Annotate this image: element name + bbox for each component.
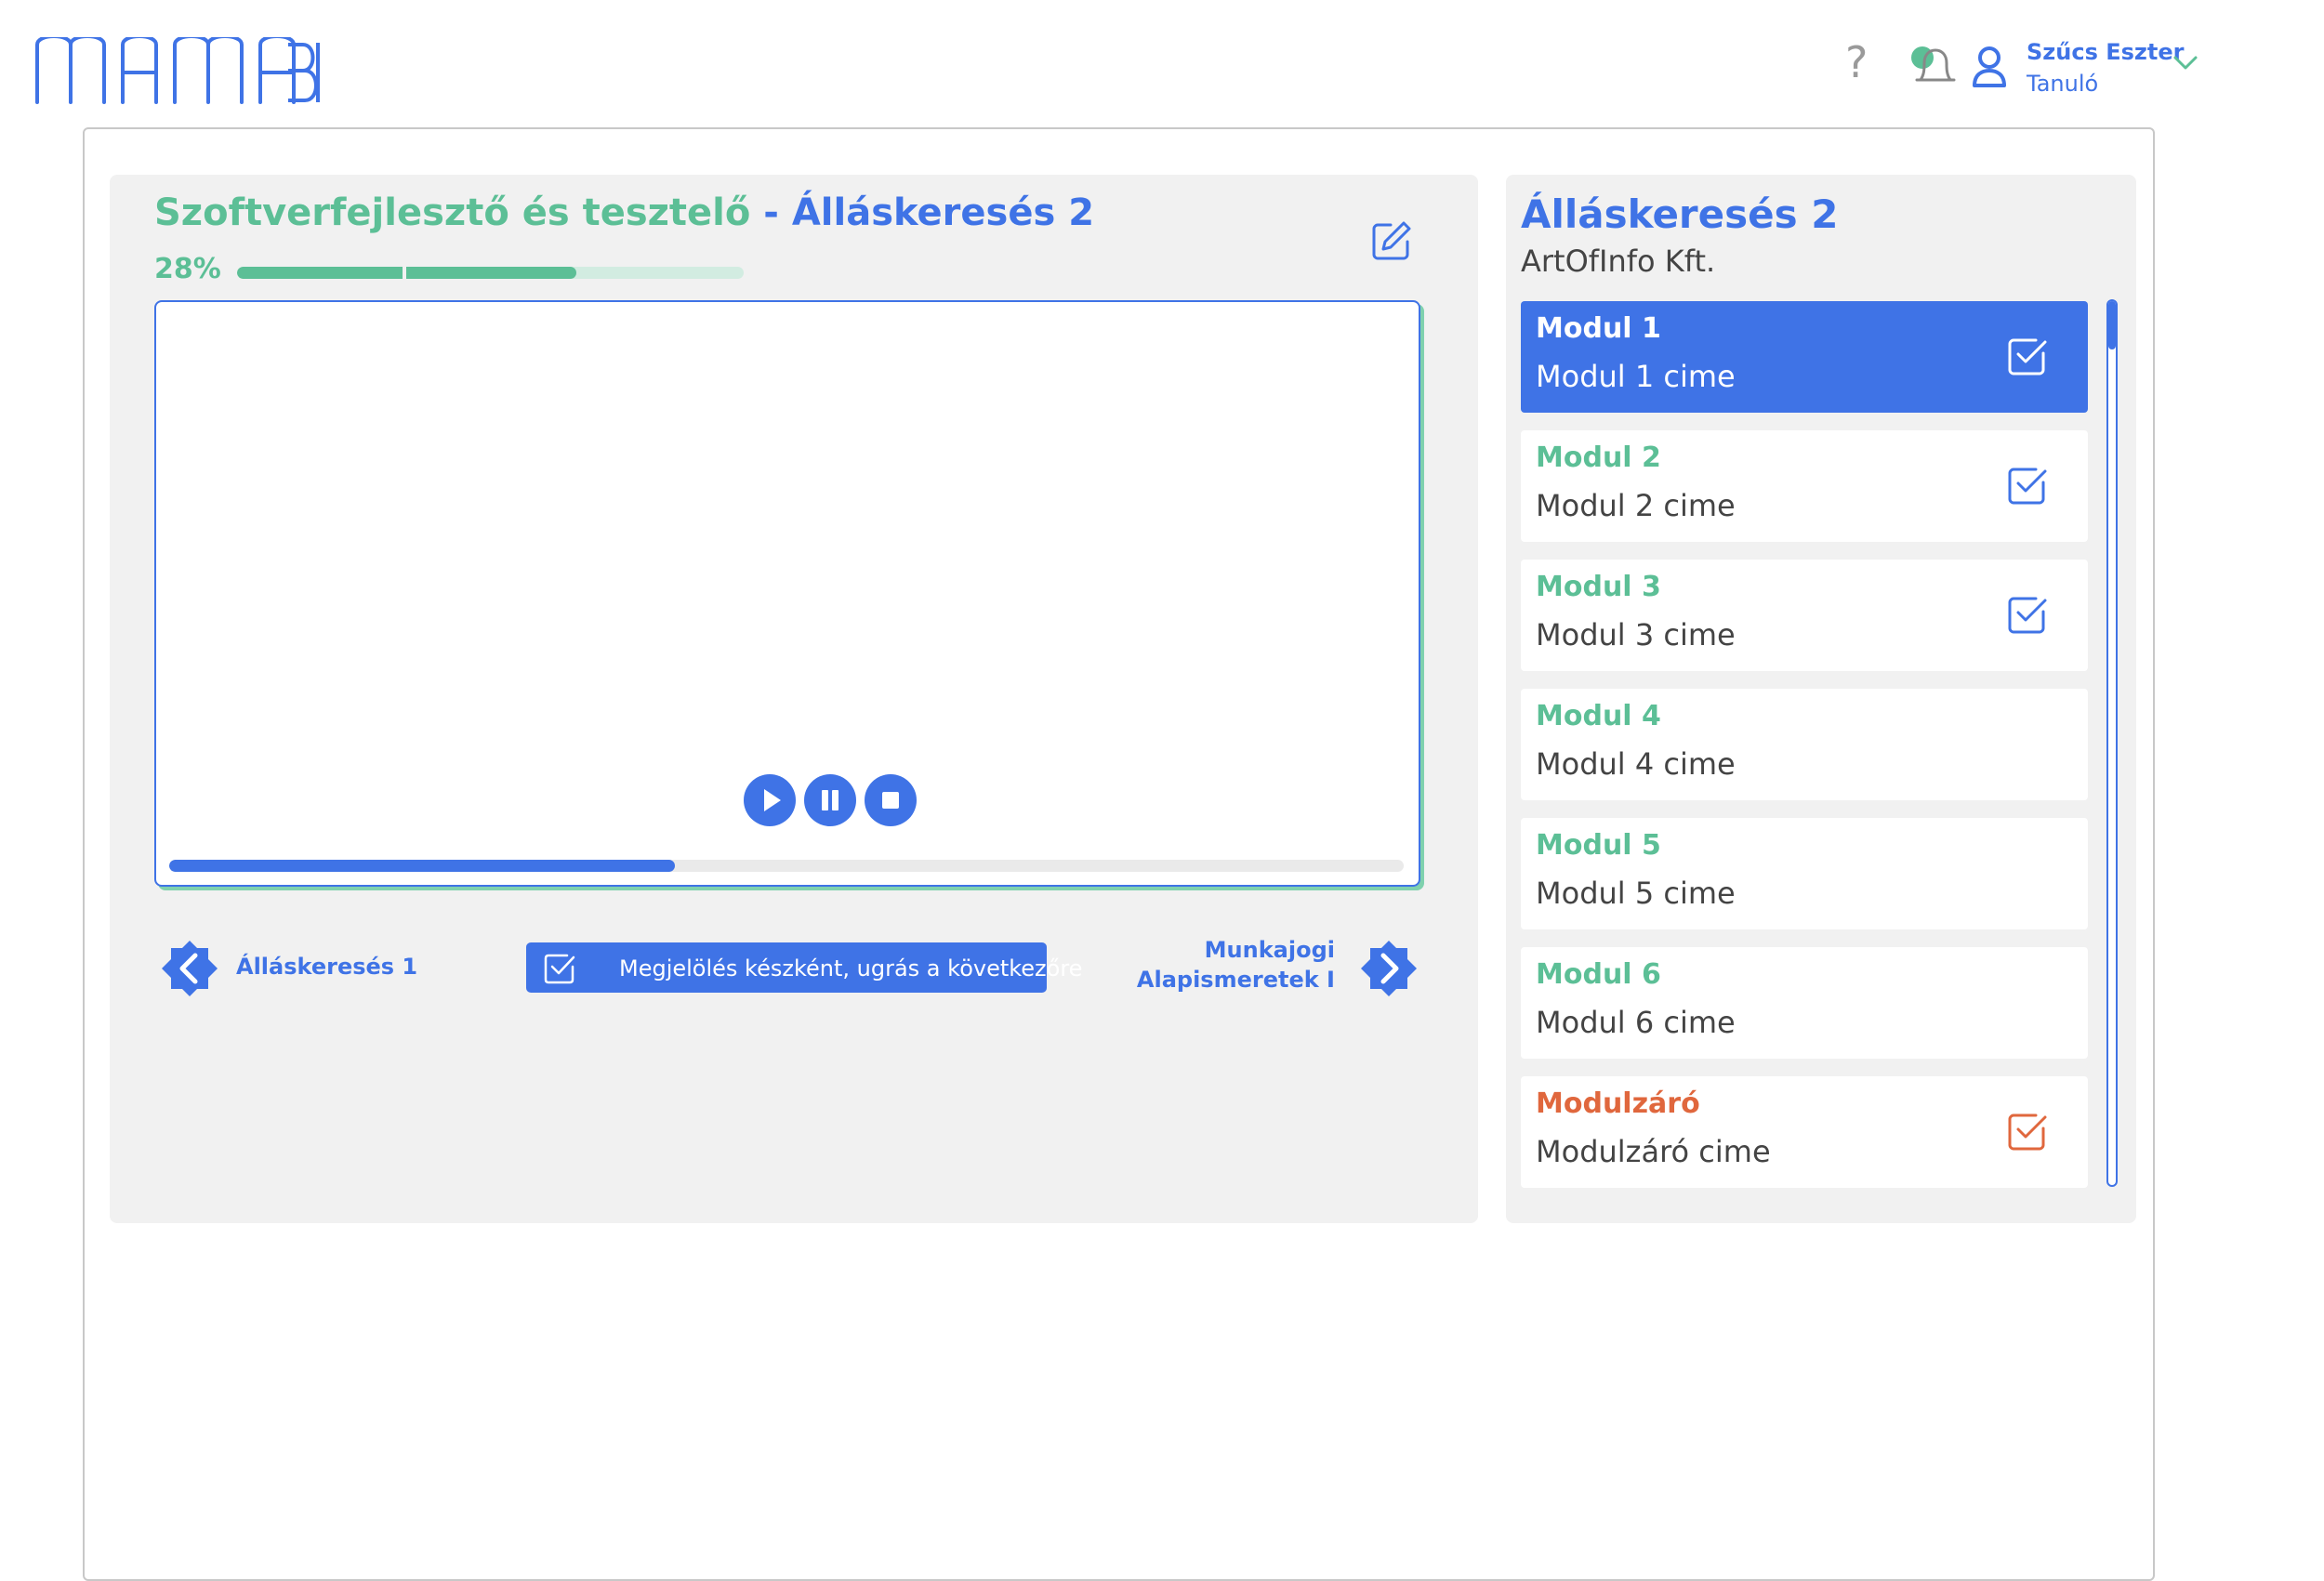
module-title: Modul 2 <box>1536 441 1661 474</box>
help-icon[interactable]: ? <box>1845 41 1868 84</box>
chevron-down-icon[interactable] <box>2172 52 2199 74</box>
user-icon[interactable] <box>1969 43 2010 89</box>
module-subtitle: Modul 3 cime <box>1536 617 1736 652</box>
module-subtitle: Modul 2 cime <box>1536 488 1736 523</box>
mark-complete-label: Megjelölés készként, ugrás a következőre <box>619 955 1083 982</box>
module-subtitle: Modul 1 cime <box>1536 359 1736 394</box>
module-item[interactable]: Modul 6 Modul 6 cime <box>1521 947 2088 1059</box>
lesson-title: Szoftverfejlesztő és tesztelő - Állásker… <box>154 191 1094 234</box>
module-item[interactable]: Modul 3 Modul 3 cime <box>1521 560 2088 671</box>
scrollbar-thumb[interactable] <box>2108 301 2116 349</box>
module-title: Modul 3 <box>1536 571 1661 603</box>
module-subtitle: Modulzáró cime <box>1536 1134 1771 1169</box>
user-name[interactable]: Szűcs Eszter <box>2027 39 2184 65</box>
play-icon <box>764 789 781 811</box>
title-separator: - <box>750 191 792 234</box>
stop-icon <box>882 792 899 809</box>
next-lesson-label-line2: Alapismeretek I <box>1136 967 1335 993</box>
pause-icon <box>822 790 838 810</box>
module-checked-icon[interactable] <box>2006 464 2049 507</box>
module-list-scrollbar[interactable] <box>2106 299 2118 1187</box>
video-progress-fill <box>169 860 676 872</box>
sidebar-company: ArtOfInfo Kft. <box>1521 244 1716 279</box>
module-subtitle: Modul 6 cime <box>1536 1005 1736 1040</box>
pause-button[interactable] <box>804 774 856 826</box>
module-checked-icon[interactable] <box>2006 593 2049 636</box>
notification-bell-icon[interactable] <box>1906 43 1961 89</box>
course-progress-divider <box>403 267 406 279</box>
course-progress-bar <box>237 267 744 279</box>
module-title: Modul 1 <box>1536 312 1661 345</box>
module-item[interactable]: Modul 2 Modul 2 cime <box>1521 430 2088 542</box>
mamabi-logo[interactable] <box>33 37 322 107</box>
course-name: Szoftverfejlesztő és tesztelő <box>154 191 751 234</box>
user-role: Tanuló <box>2027 71 2099 97</box>
previous-lesson-icon[interactable] <box>160 939 219 998</box>
module-checked-icon[interactable] <box>2006 335 2049 377</box>
module-subtitle: Modul 4 cime <box>1536 746 1736 782</box>
sidebar-title: Álláskeresés 2 <box>1521 191 1839 237</box>
lesson-name: Álláskeresés 2 <box>791 191 1095 234</box>
play-button[interactable] <box>744 774 796 826</box>
mark-complete-button[interactable]: Megjelölés készként, ugrás a következőre <box>526 942 1082 993</box>
course-progress-label: 28% <box>154 253 221 285</box>
video-progress-track[interactable] <box>169 860 1404 872</box>
module-item[interactable]: Modul 1 Modul 1 cime <box>1521 301 2088 413</box>
stop-button[interactable] <box>865 774 917 826</box>
module-checked-icon[interactable] <box>2006 1110 2049 1153</box>
checkbox-icon <box>544 954 575 984</box>
next-lesson-link[interactable]: Munkajogi Alapismeretek I <box>1137 935 1335 995</box>
next-lesson-icon[interactable] <box>1359 939 1419 998</box>
module-item[interactable]: Modul 5 Modul 5 cime <box>1521 818 2088 929</box>
module-title: Modul 6 <box>1536 958 1661 991</box>
video-player[interactable] <box>154 300 1420 887</box>
edit-icon[interactable] <box>1370 219 1413 262</box>
previous-lesson-link[interactable]: Álláskeresés 1 <box>236 954 417 980</box>
module-title: Modul 5 <box>1536 829 1661 862</box>
module-item[interactable]: Modulzáró Modulzáró cime <box>1521 1076 2088 1188</box>
module-title: Modul 4 <box>1536 700 1661 732</box>
course-progress-fill <box>237 267 577 279</box>
module-item[interactable]: Modul 4 Modul 4 cime <box>1521 689 2088 800</box>
next-lesson-label-line1: Munkajogi <box>1204 937 1335 963</box>
module-subtitle: Modul 5 cime <box>1536 876 1736 911</box>
module-title: Modulzáró <box>1536 1087 1700 1120</box>
